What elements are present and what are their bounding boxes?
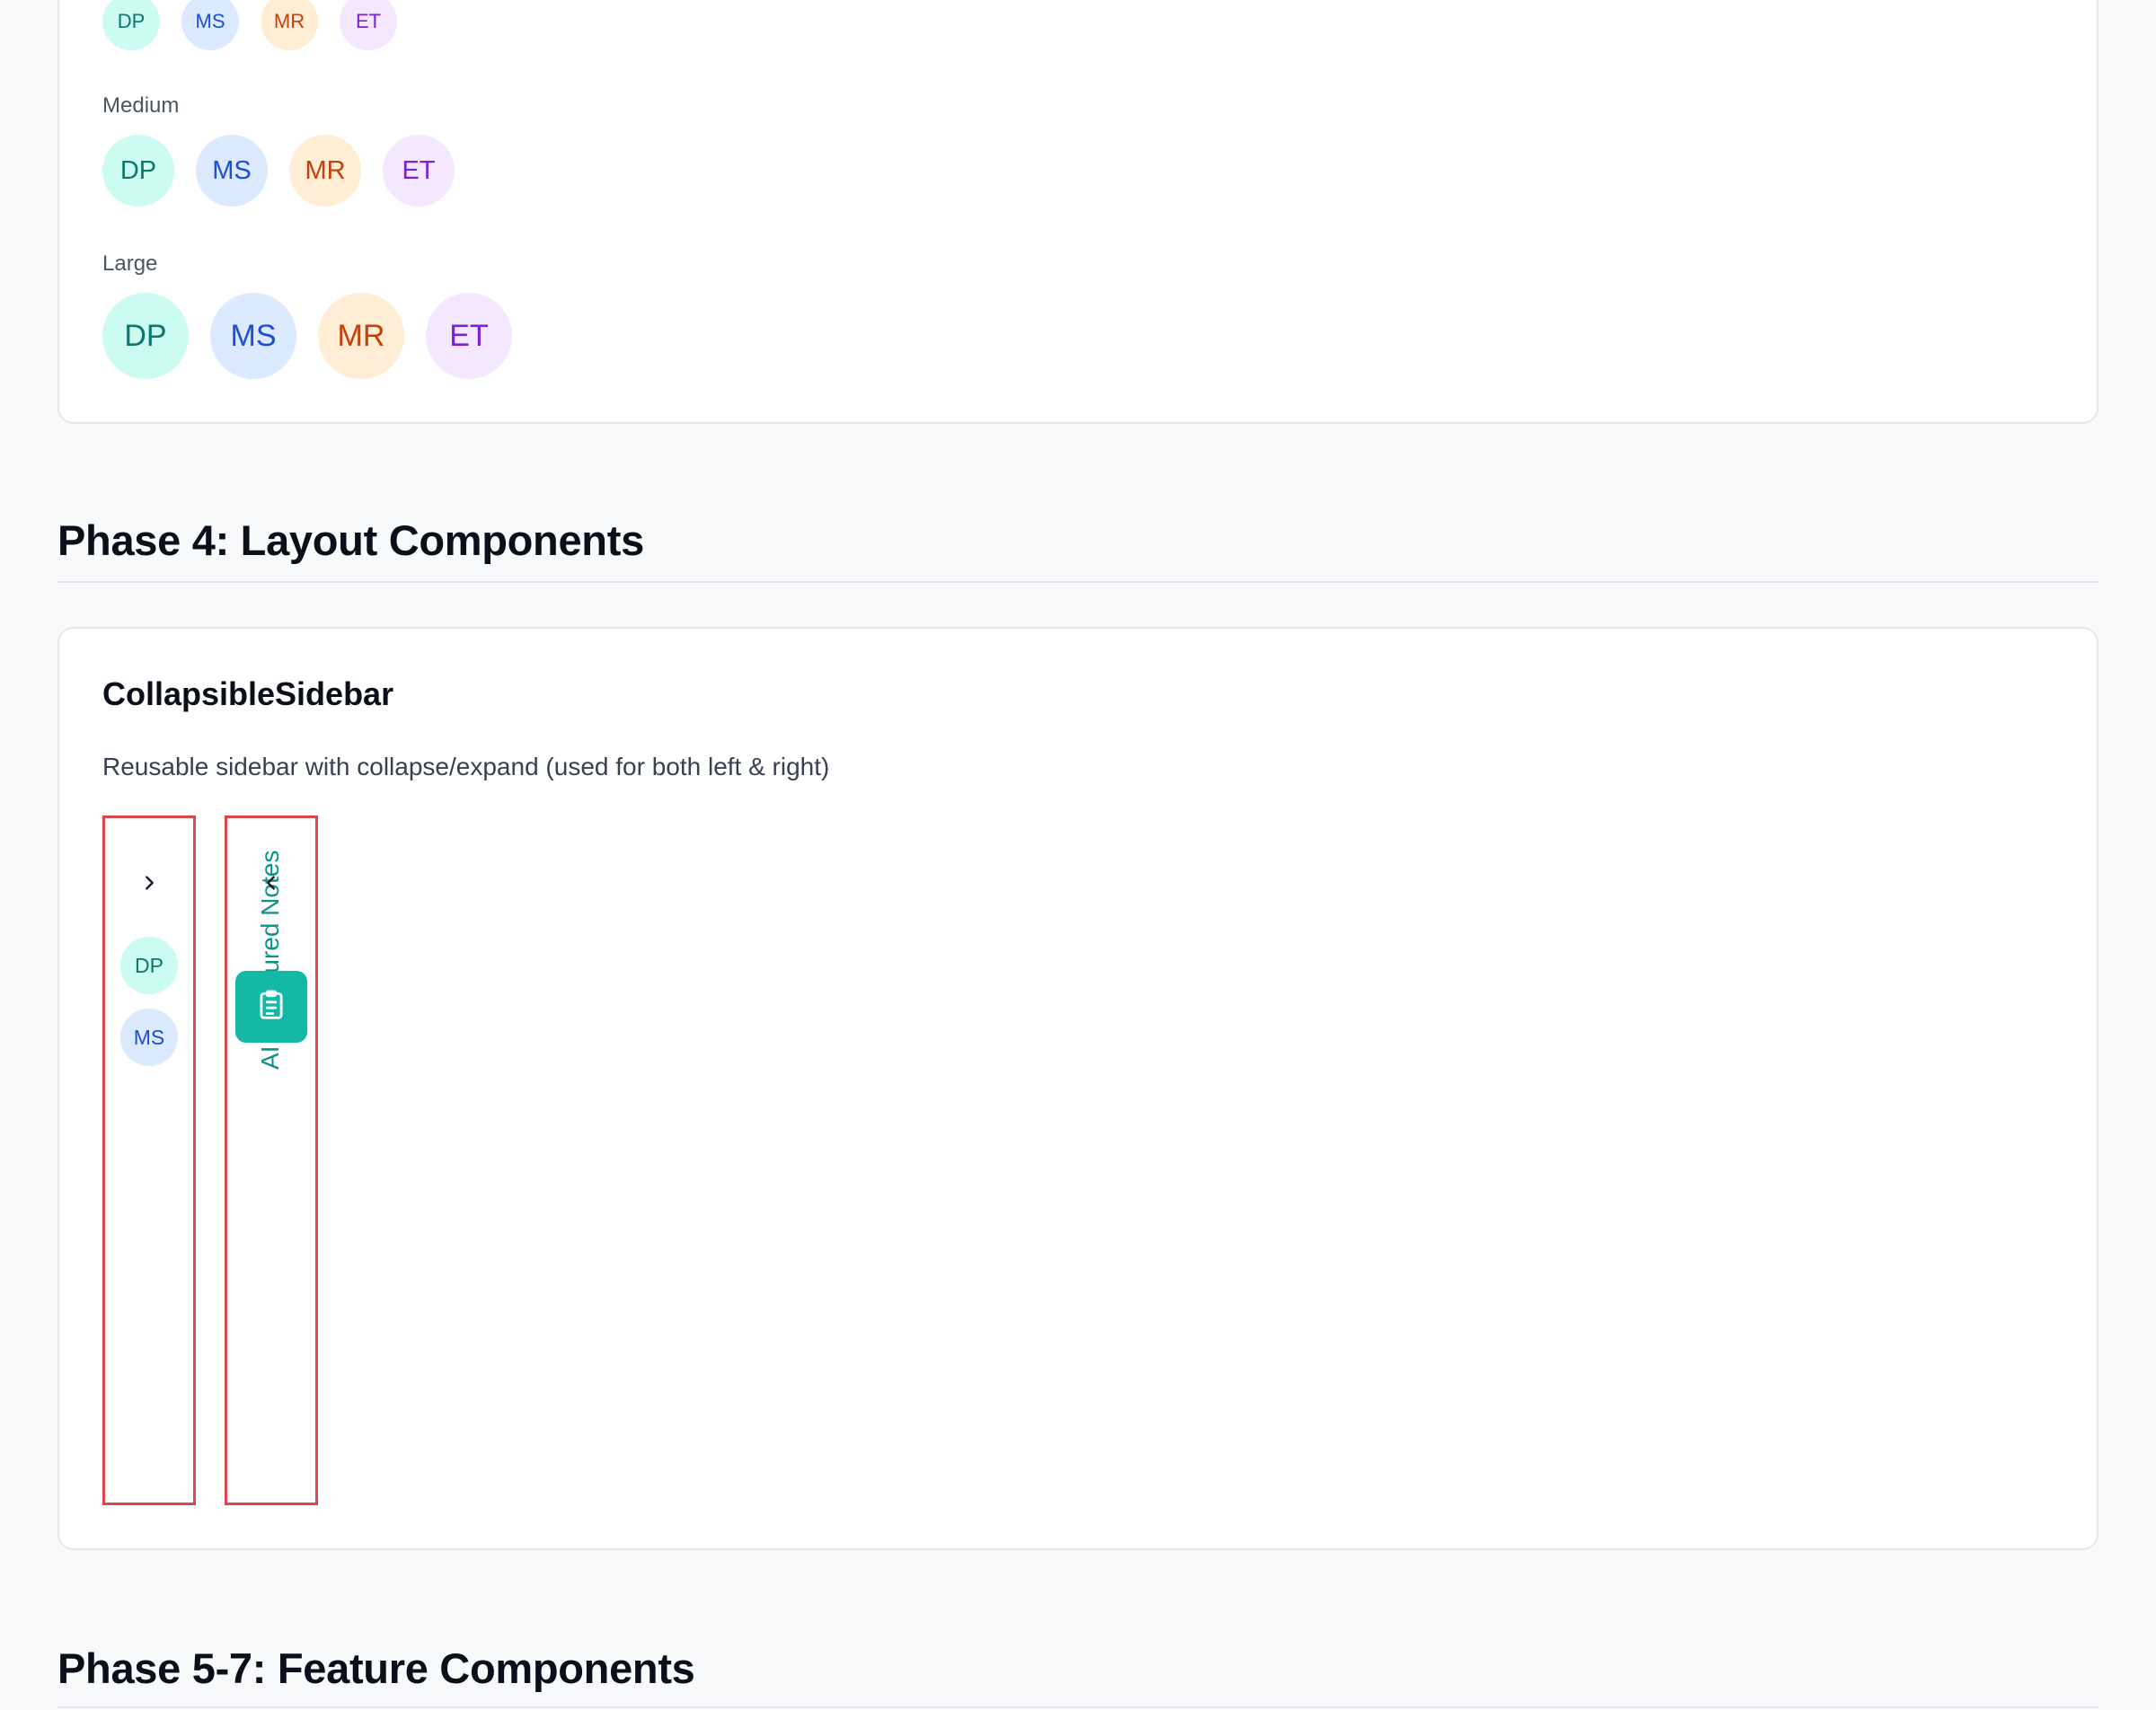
avatar: DP: [102, 0, 160, 50]
section-title-phase5: Phase 5-7: Feature Components: [57, 1644, 695, 1692]
avatar: MR: [289, 135, 361, 207]
avatar: MS: [210, 293, 296, 379]
size-label-medium: Medium: [102, 93, 180, 118]
avatar: MR: [261, 0, 318, 50]
avatar[interactable]: MS: [120, 1009, 178, 1066]
structured-notes-button[interactable]: [235, 971, 307, 1043]
page: DP MS MR ET Medium DP MS MR ET Large DP …: [0, 0, 2156, 1710]
right-sidebar-collapsed: AI Structured Notes: [225, 815, 318, 1505]
avatar: MS: [196, 135, 268, 207]
avatar: ET: [426, 293, 512, 379]
avatar: ET: [383, 135, 455, 207]
avatar: DP: [102, 293, 189, 379]
size-label-large: Large: [102, 251, 158, 276]
clipboard-icon: [254, 988, 288, 1027]
avatar-row-medium: DP MS MR ET: [102, 135, 476, 207]
avatar-row-small: DP MS MR ET: [102, 0, 419, 50]
left-sidebar-collapsed: DP MS: [102, 815, 196, 1505]
chevron-left-icon[interactable]: [253, 865, 289, 901]
component-title: CollapsibleSidebar: [102, 675, 394, 712]
section-divider: [57, 1706, 2099, 1708]
avatar: ET: [340, 0, 397, 50]
avatar: MR: [318, 293, 404, 379]
component-description: Reusable sidebar with collapse/expand (u…: [102, 753, 830, 780]
avatar: DP: [102, 135, 174, 207]
avatar[interactable]: DP: [120, 937, 178, 994]
section-title-phase4: Phase 4: Layout Components: [57, 516, 644, 564]
section-divider: [57, 581, 2099, 583]
chevron-right-icon[interactable]: [131, 865, 167, 901]
avatar-row-large: DP MS MR ET: [102, 293, 534, 379]
avatar: MS: [181, 0, 239, 50]
